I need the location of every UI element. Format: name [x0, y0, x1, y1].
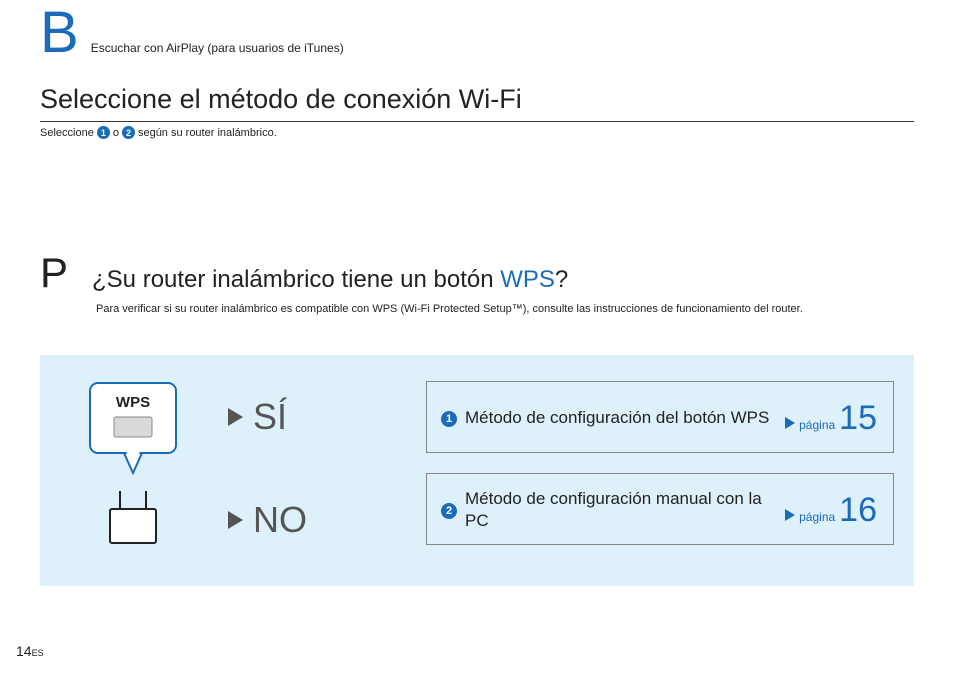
footer-page-num: 14 [16, 643, 32, 659]
yes-label: SÍ [253, 399, 287, 435]
instr-mid: o [113, 127, 119, 139]
wps-label: WPS [116, 394, 150, 411]
method-text: Método de configuración manual con la PC [465, 488, 785, 532]
page-link-15[interactable]: página 15 [785, 399, 877, 438]
page-number: 15 [839, 399, 877, 438]
circle-num-1-icon: 1 [441, 411, 457, 427]
triangle-right-icon [785, 417, 795, 429]
decision-panel: WPS SÍ NO 1 Mé [40, 355, 914, 586]
triangle-right-icon [228, 408, 243, 426]
triangle-right-icon [785, 509, 795, 521]
page-label: página [799, 510, 835, 524]
selection-instruction: Seleccione 1 o 2 según su router inalámb… [40, 126, 914, 139]
instr-pre: Seleccione [40, 127, 94, 139]
question-text: ¿Su router inalámbrico tiene un botón WP… [92, 266, 568, 294]
choice-yes: SÍ [228, 381, 408, 453]
method-text: Método de configuración del botón WPS [465, 407, 785, 429]
circle-num-2-icon: 2 [441, 503, 457, 519]
page-footer: 14ES [16, 643, 44, 659]
instr-post: según su router inalámbrico. [138, 127, 277, 139]
page-title: Seleccione el método de conexión Wi-Fi [40, 84, 914, 122]
question-pre: ¿Su router inalámbrico tiene un botón [92, 266, 500, 293]
triangle-right-icon [228, 511, 243, 529]
circle-num-1-icon: 1 [97, 126, 110, 139]
page-label: página [799, 418, 835, 432]
page-link-16[interactable]: página 16 [785, 491, 877, 530]
wps-router-icon: WPS [80, 381, 190, 556]
choice-no: NO [228, 484, 408, 556]
method-manual: 2 Método de configuración manual con la … [426, 473, 894, 545]
page-number: 16 [839, 491, 877, 530]
footer-lang: ES [32, 648, 44, 658]
question-note: Para verificar si su router inalámbrico … [96, 303, 914, 315]
no-label: NO [253, 502, 307, 538]
method-wps: 1 Método de configuración del botón WPS … [426, 381, 894, 453]
section-letter: B [40, 4, 79, 62]
question-letter: P [40, 249, 68, 297]
section-subtitle: Escuchar con AirPlay (para usuarios de i… [91, 41, 344, 55]
wps-highlight: WPS [500, 266, 555, 293]
question-post: ? [555, 266, 568, 293]
circle-num-2-icon: 2 [122, 126, 135, 139]
